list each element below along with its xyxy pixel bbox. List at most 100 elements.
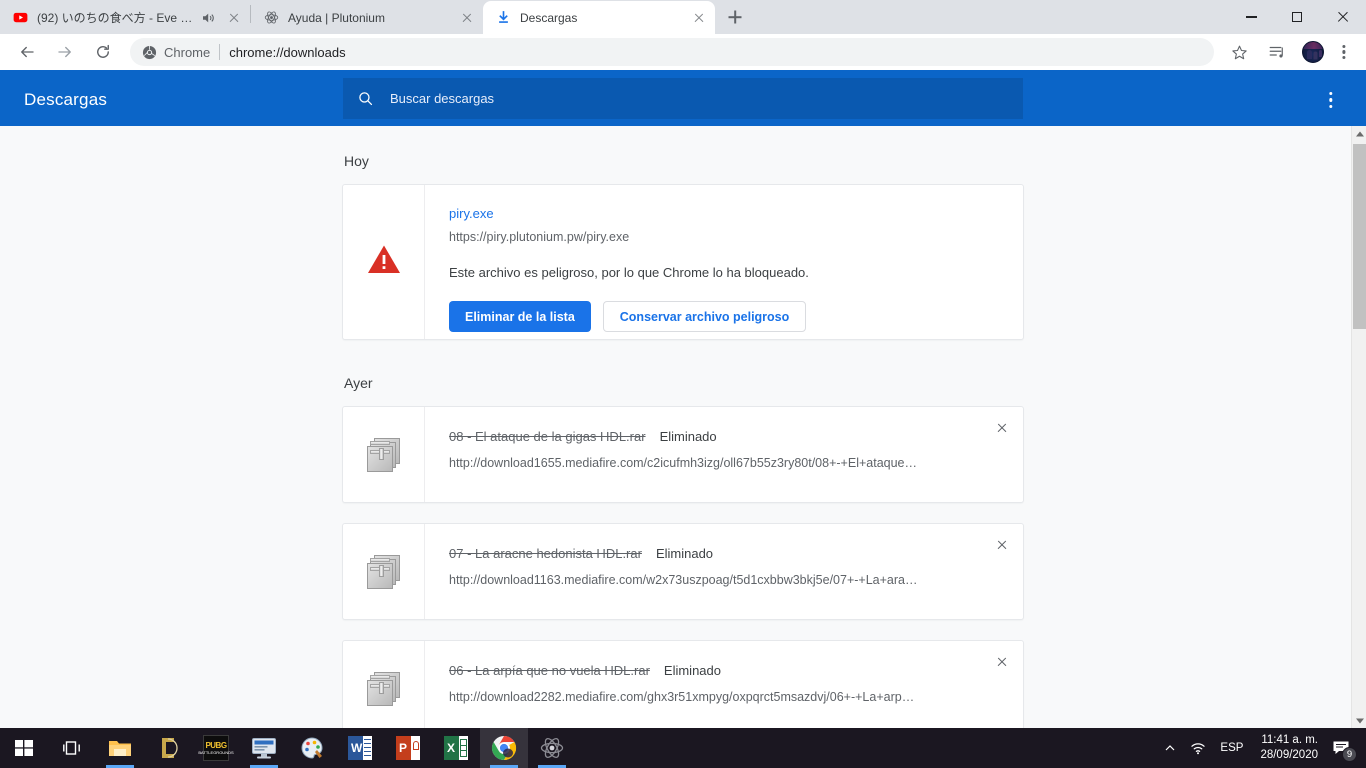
window-controls bbox=[1228, 0, 1366, 34]
download-title-row: 07 - La aracne hedonista HDL.rar Elimina… bbox=[449, 544, 1007, 561]
taskbar-plutonium[interactable] bbox=[528, 728, 576, 768]
tab-title: Descargas bbox=[520, 10, 578, 25]
browser-window: (92) いのちの食べ方 - Eve MV Ayuda | Plutonium … bbox=[0, 0, 1366, 728]
file-url: http://download2282.mediafire.com/ghx3r5… bbox=[449, 690, 915, 704]
download-icon-col bbox=[343, 185, 425, 339]
youtube-icon bbox=[12, 10, 28, 26]
tab-audio-icon[interactable] bbox=[200, 10, 216, 26]
close-button[interactable] bbox=[1320, 0, 1366, 34]
file-url: https://piry.plutonium.pw/piry.exe bbox=[449, 230, 630, 244]
tab-close-icon[interactable] bbox=[691, 10, 707, 26]
plutonium-atom-icon bbox=[263, 10, 279, 26]
taskbar-league-of-legends[interactable] bbox=[144, 728, 192, 768]
chevron-up-icon[interactable] bbox=[1157, 728, 1183, 768]
download-item-removed[interactable]: 06 - La arpía que no vuela HDL.rar Elimi… bbox=[342, 640, 1024, 728]
danger-message: Este archivo es peligroso, por lo que Ch… bbox=[449, 265, 809, 280]
remove-from-list-button[interactable]: Eliminar de la lista bbox=[449, 301, 591, 332]
forward-button[interactable] bbox=[51, 38, 79, 66]
date-label-yesterday: Ayer bbox=[344, 375, 373, 391]
download-icon-col bbox=[343, 524, 425, 619]
download-details: 06 - La arpía que no vuela HDL.rar Elimi… bbox=[425, 641, 1023, 728]
task-view-button[interactable] bbox=[48, 728, 96, 768]
download-icon-col bbox=[343, 407, 425, 502]
reload-button[interactable] bbox=[89, 38, 117, 66]
minimize-button[interactable] bbox=[1228, 0, 1274, 34]
downloads-menu-button[interactable] bbox=[1320, 89, 1342, 111]
new-tab-button[interactable] bbox=[721, 3, 749, 31]
avatar[interactable] bbox=[1302, 41, 1324, 63]
tab-plutonium[interactable]: Ayuda | Plutonium bbox=[251, 1, 483, 34]
taskbar-paint[interactable] bbox=[288, 728, 336, 768]
restore-button[interactable] bbox=[1274, 0, 1320, 34]
tab-title: (92) いのちの食べ方 - Eve MV bbox=[37, 10, 196, 25]
archive-rar-icon bbox=[366, 437, 401, 472]
download-icon-col bbox=[343, 641, 425, 728]
search-input[interactable]: Buscar descargas bbox=[343, 78, 1023, 119]
omnibox-url-text: chrome://downloads bbox=[229, 44, 346, 60]
download-item-dangerous[interactable]: piry.exe https://piry.plutonium.pw/piry.… bbox=[342, 184, 1024, 340]
status-badge: Eliminado bbox=[655, 546, 714, 561]
omnibox-divider bbox=[219, 44, 221, 60]
taskbar-file-explorer[interactable] bbox=[96, 728, 144, 768]
taskbar-chrome[interactable] bbox=[480, 728, 528, 768]
file-name-link[interactable]: piry.exe bbox=[449, 206, 494, 221]
download-title-row: 08 - El ataque de la gigas HDL.rar Elimi… bbox=[449, 427, 1007, 444]
clock-date: 28/09/2020 bbox=[1260, 749, 1318, 761]
system-tray: ESP 11:41 a. m. 28/09/2020 9 bbox=[1157, 728, 1366, 768]
clock-time: 11:41 a. m. bbox=[1261, 734, 1318, 746]
start-button[interactable] bbox=[0, 728, 48, 768]
wifi-icon[interactable] bbox=[1183, 728, 1213, 768]
search-icon bbox=[357, 90, 374, 107]
date-label-today: Hoy bbox=[344, 153, 369, 169]
language-indicator[interactable]: ESP bbox=[1213, 728, 1250, 768]
windows-taskbar: PUBG BATTLEGROUNDS W P X ESP 11:41 a. m.… bbox=[0, 728, 1366, 768]
toolbar-right-actions bbox=[1220, 38, 1358, 66]
star-icon[interactable] bbox=[1225, 38, 1253, 66]
taskbar-word[interactable]: W bbox=[336, 728, 384, 768]
danger-action-buttons: Eliminar de la lista Conservar archivo p… bbox=[449, 301, 1007, 332]
download-item-removed[interactable]: 07 - La aracne hedonista HDL.rar Elimina… bbox=[342, 523, 1024, 620]
notifications-button[interactable]: 9 bbox=[1328, 728, 1360, 768]
file-name: 06 - La arpía que no vuela HDL.rar bbox=[449, 663, 650, 678]
file-name: 08 - El ataque de la gigas HDL.rar bbox=[449, 429, 646, 444]
remove-item-close-icon[interactable] bbox=[991, 651, 1013, 673]
three-dot-menu-icon[interactable] bbox=[1332, 40, 1356, 64]
remove-item-close-icon[interactable] bbox=[991, 534, 1013, 556]
status-badge: Eliminado bbox=[663, 663, 721, 678]
notification-badge: 9 bbox=[1342, 747, 1357, 762]
tab-strip: (92) いのちの食べ方 - Eve MV Ayuda | Plutonium … bbox=[0, 0, 1366, 34]
keep-dangerous-file-button[interactable]: Conservar archivo peligroso bbox=[602, 301, 807, 332]
status-badge: Eliminado bbox=[659, 429, 717, 444]
browser-toolbar: Chrome chrome://downloads bbox=[0, 34, 1366, 72]
download-title-row: 06 - La arpía que no vuela HDL.rar Elimi… bbox=[449, 661, 1007, 678]
downloads-list-container: Hoy piry.exe https://piry.plutonium.pw/p… bbox=[0, 126, 1366, 728]
remove-item-close-icon[interactable] bbox=[991, 417, 1013, 439]
omnibox-scheme-label: Chrome bbox=[164, 44, 211, 60]
download-details: 08 - El ataque de la gigas HDL.rar Elimi… bbox=[425, 407, 1023, 502]
taskbar-remote-desktop[interactable] bbox=[240, 728, 288, 768]
media-playlist-icon[interactable] bbox=[1263, 38, 1291, 66]
taskbar-excel[interactable]: X bbox=[432, 728, 480, 768]
clock[interactable]: 11:41 a. m. 28/09/2020 bbox=[1250, 728, 1328, 768]
taskbar-pubg[interactable]: PUBG BATTLEGROUNDS bbox=[192, 728, 240, 768]
tab-youtube[interactable]: (92) いのちの食べ方 - Eve MV bbox=[0, 1, 250, 34]
tab-close-icon[interactable] bbox=[226, 10, 242, 26]
download-details: piry.exe https://piry.plutonium.pw/piry.… bbox=[425, 185, 1023, 339]
tab-descargas[interactable]: Descargas bbox=[483, 1, 715, 34]
chrome-logo-icon bbox=[142, 45, 157, 60]
archive-rar-icon bbox=[366, 554, 401, 589]
file-url: http://download1655.mediafire.com/c2icuf… bbox=[449, 456, 917, 470]
tab-title: Ayuda | Plutonium bbox=[288, 10, 385, 25]
back-button[interactable] bbox=[13, 38, 41, 66]
download-item-removed[interactable]: 08 - El ataque de la gigas HDL.rar Elimi… bbox=[342, 406, 1024, 503]
tab-close-icon[interactable] bbox=[459, 10, 475, 26]
page-scrollbar[interactable] bbox=[1351, 126, 1366, 728]
scroll-down-arrow-icon[interactable] bbox=[1352, 713, 1366, 728]
address-bar[interactable]: Chrome chrome://downloads bbox=[130, 38, 1214, 66]
taskbar-powerpoint[interactable]: P bbox=[384, 728, 432, 768]
downloads-list: Hoy piry.exe https://piry.plutonium.pw/p… bbox=[342, 126, 1024, 728]
warning-triangle-icon bbox=[367, 244, 401, 280]
page-title: Descargas bbox=[24, 90, 108, 109]
scrollbar-thumb[interactable] bbox=[1353, 144, 1366, 329]
scroll-up-arrow-icon[interactable] bbox=[1352, 126, 1366, 141]
